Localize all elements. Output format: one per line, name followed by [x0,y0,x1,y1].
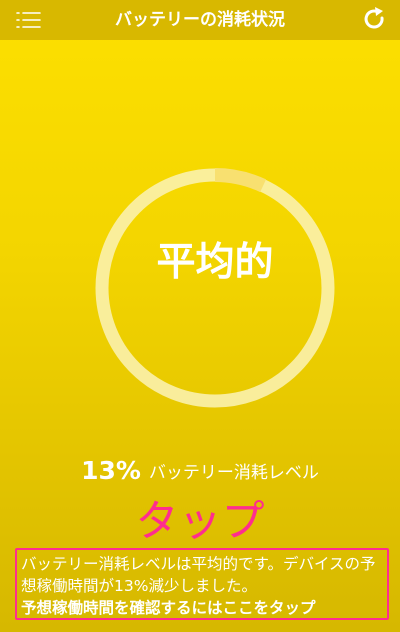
battery-drain-gauge [95,168,335,408]
menu-button[interactable] [16,9,42,31]
drain-level-row: 13% バッテリー消耗レベル [0,456,400,492]
navigation-bar: バッテリーの消耗状況 [0,0,400,40]
drain-level-label: バッテリー消耗レベル [148,463,319,483]
drain-percentage: 13% [81,456,141,485]
refresh-button[interactable] [362,6,388,34]
gauge-track [95,168,335,408]
menu-icon [16,12,41,28]
page-title: バッテリーの消耗状況 [115,10,285,30]
tap-callout: タップ [135,497,265,547]
drain-info-message: バッテリー消耗レベルは平均的です。デバイスの予想稼働時間が13%減少しました。 [21,555,376,595]
estimated-time-info-button[interactable]: バッテリー消耗レベルは平均的です。デバイスの予想稼働時間が13%減少しました。 … [15,548,389,620]
drain-status-label: 平均的 [156,240,274,285]
check-estimated-time-link[interactable]: 予想稼働時間を確認するにはここをタップ [21,597,383,619]
refresh-icon [364,7,384,29]
